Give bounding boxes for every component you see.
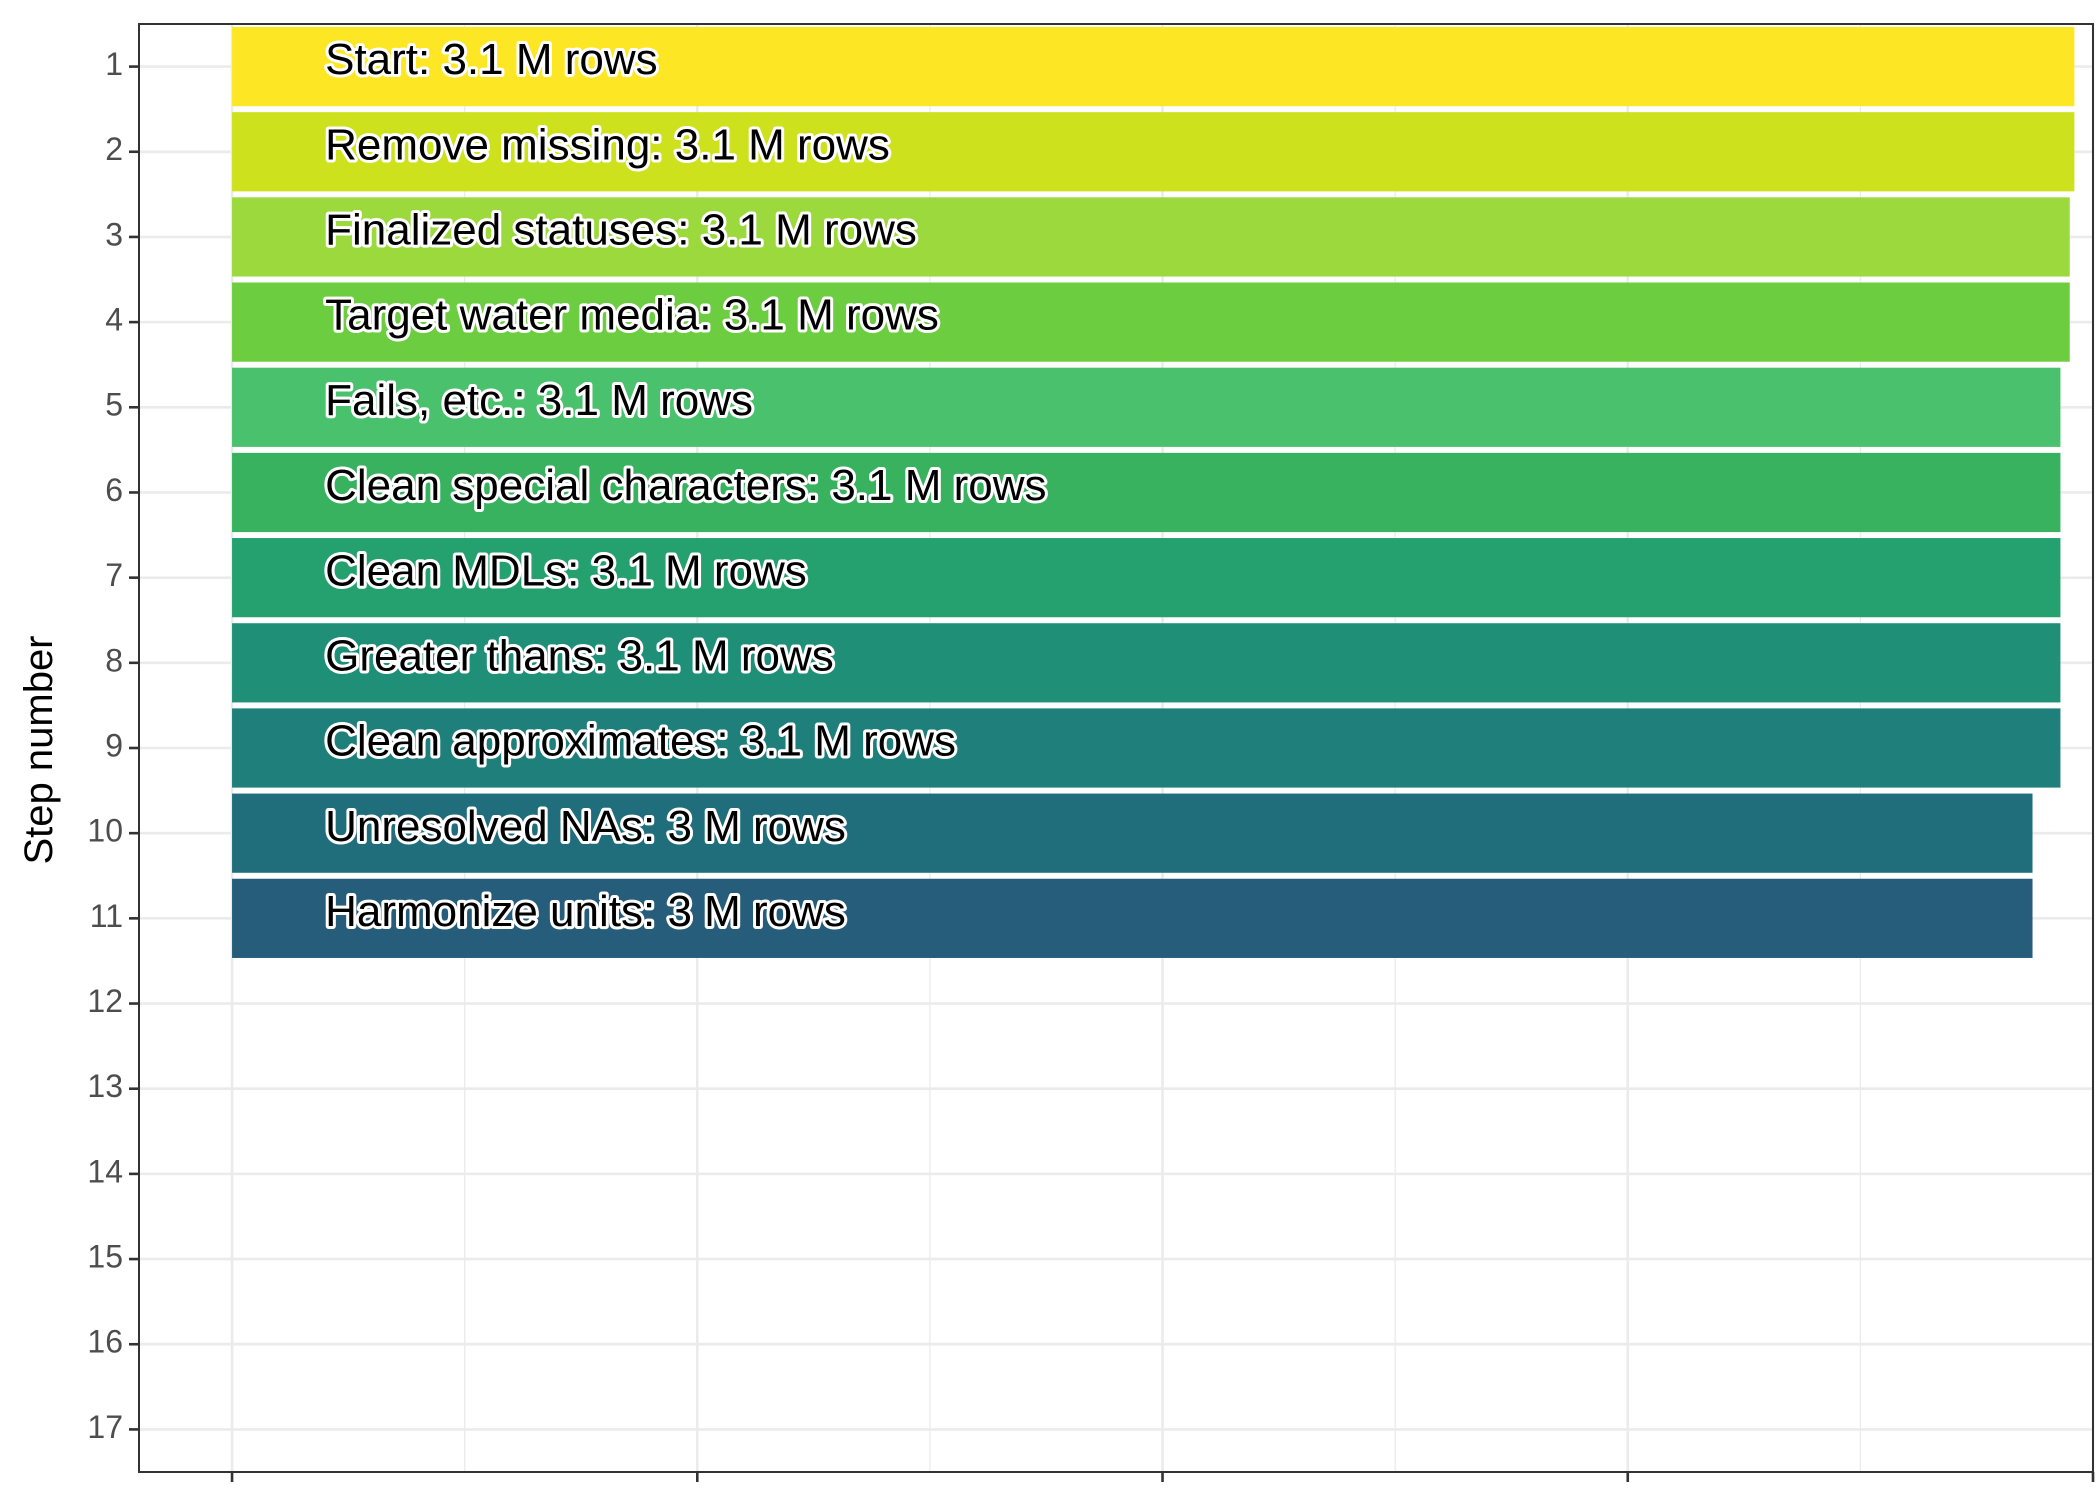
y-axis-title: Step number	[17, 635, 61, 864]
y-tick-label: 6	[105, 472, 123, 508]
bar-label: Target water media: 3.1 M rows	[325, 291, 939, 340]
y-tick-label: 2	[105, 131, 123, 167]
y-tick-label: 13	[87, 1068, 123, 1104]
y-tick-label: 14	[87, 1153, 123, 1189]
bar-label: Clean MDLs: 3.1 M rows	[325, 546, 807, 595]
bar-label: Clean approximates: 3.1 M rows	[325, 717, 956, 766]
y-tick-label: 3	[105, 216, 123, 252]
bar-label: Remove missing: 3.1 M rows	[325, 120, 890, 169]
y-tick-label: 17	[87, 1409, 123, 1445]
bar-label: Greater thans: 3.1 M rows	[325, 631, 834, 680]
bar-chart: Start: 3.1 M rows Remove missing: 3.1 M r…	[17, 23, 2095, 1482]
y-tick-label: 8	[105, 642, 123, 678]
bar-label: Unresolved NAs: 3 M rows	[325, 802, 846, 851]
y-tick-label: 5	[105, 387, 123, 423]
y-tick-label: 16	[87, 1324, 123, 1360]
y-tick-label: 1	[105, 46, 123, 82]
bar-label: Harmonize units: 3 M rows	[325, 887, 846, 936]
x-axis	[230, 1472, 2095, 1482]
bar-label: Fails, etc.: 3.1 M rows	[325, 376, 753, 425]
bar-label: Finalized statuses: 3.1 M rows	[325, 206, 917, 255]
bar-label: Clean special characters: 3.1 M rows	[325, 461, 1046, 510]
y-tick-label: 4	[105, 302, 123, 338]
y-tick-label: 15	[87, 1239, 123, 1275]
y-tick-label: 11	[90, 898, 123, 934]
y-tick-label: 10	[87, 813, 123, 849]
y-axis: 1234567891011121314151617	[87, 46, 139, 1445]
y-tick-label: 7	[105, 557, 123, 593]
bar-label: Start: 3.1 M rows	[325, 35, 658, 84]
y-tick-label: 9	[105, 727, 123, 763]
y-tick-label: 12	[87, 983, 123, 1019]
